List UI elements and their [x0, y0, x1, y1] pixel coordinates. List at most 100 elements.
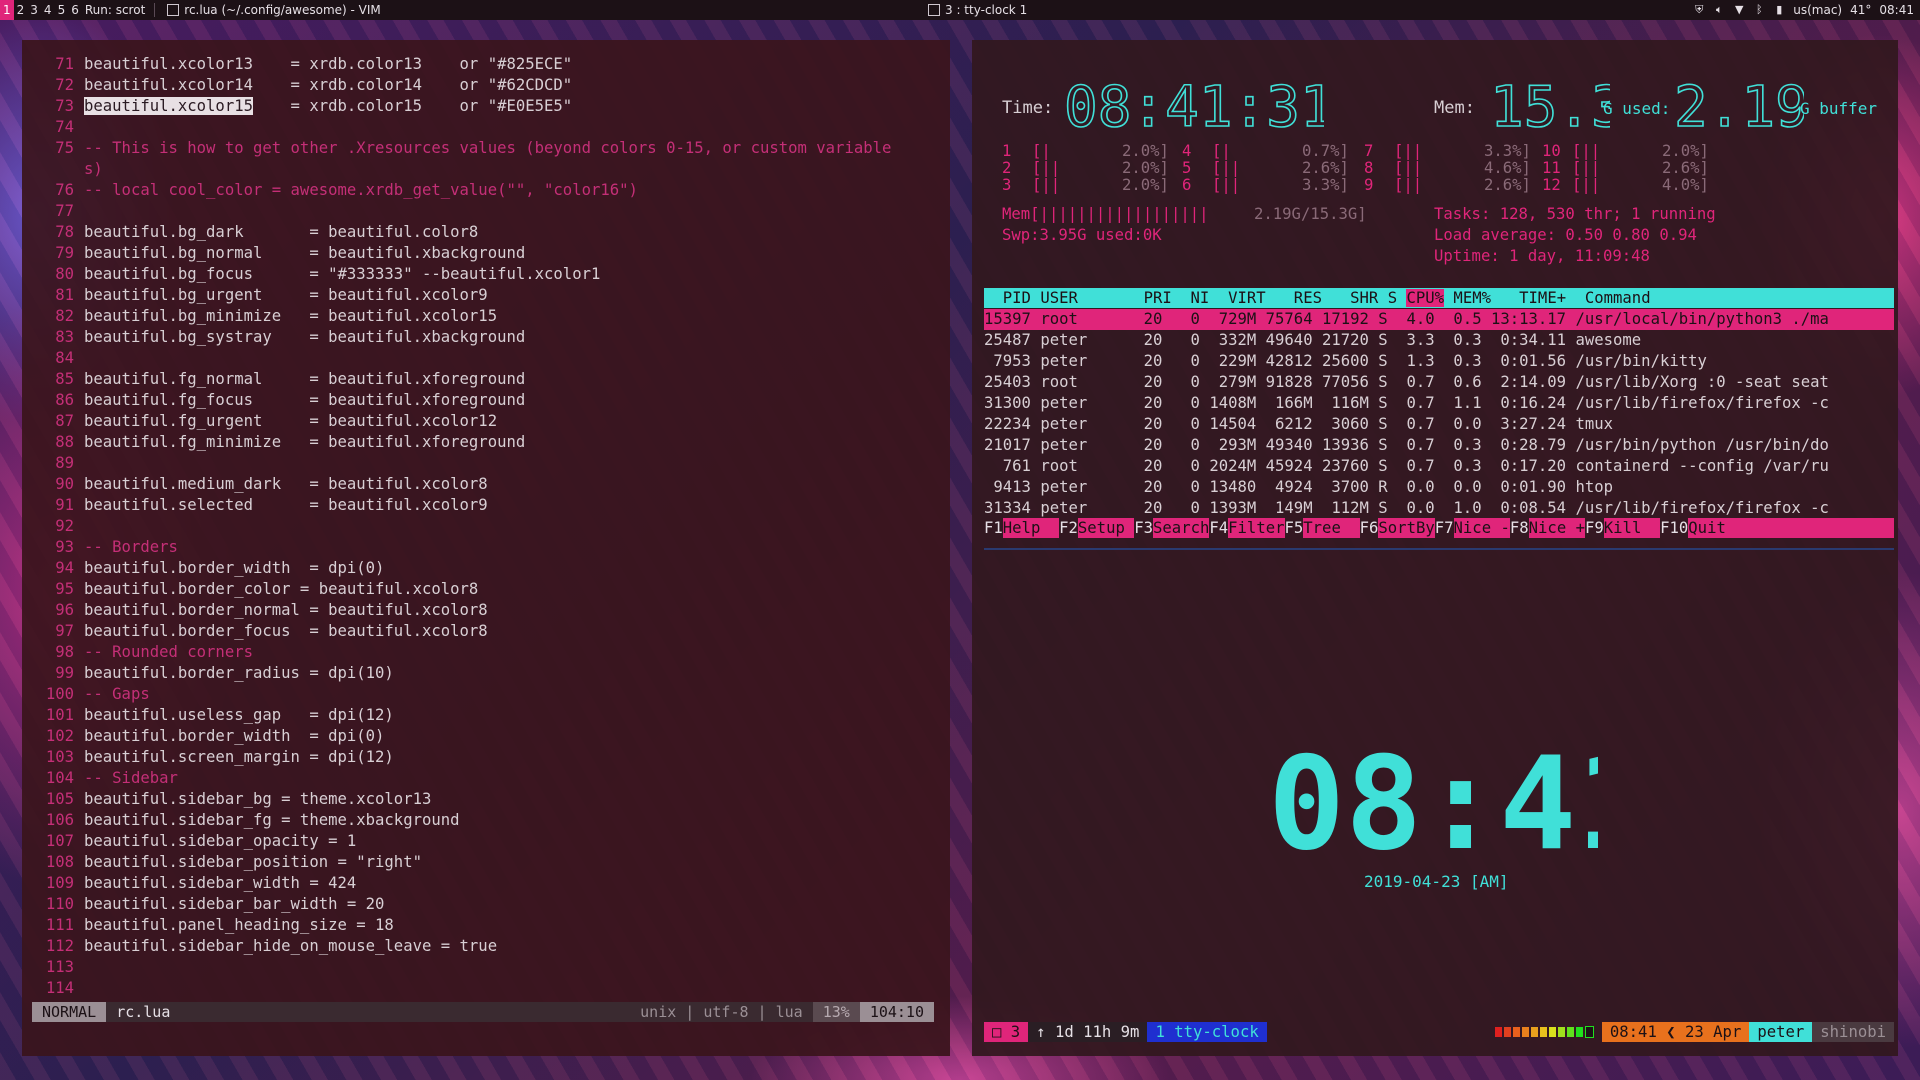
- fkey-label[interactable]: Tree: [1303, 518, 1360, 538]
- code-line[interactable]: 97 beautiful.border_focus = beautiful.xco…: [32, 621, 891, 642]
- code-line[interactable]: 103 beautiful.screen_margin = dpi(12): [32, 747, 891, 768]
- fkey-label[interactable]: Quit: [1688, 518, 1745, 538]
- code-line[interactable]: 105 beautiful.sidebar_bg = theme.xcolor13: [32, 789, 891, 810]
- code-line[interactable]: 114: [32, 978, 891, 999]
- wifi-icon[interactable]: ▼: [1733, 4, 1745, 16]
- fkey-f2[interactable]: F2: [1059, 518, 1078, 538]
- code-line[interactable]: 91 beautiful.selected = beautiful.xcolor9: [32, 495, 891, 516]
- process-row[interactable]: 7953 peter 20 0 229M 42812 25600 S 1.3 0…: [984, 351, 1894, 372]
- fkey-label[interactable]: SortBy: [1378, 518, 1435, 538]
- fkey-f9[interactable]: F9: [1585, 518, 1604, 538]
- shield-icon[interactable]: ⛨: [1693, 4, 1705, 16]
- keyboard-layout[interactable]: us(mac): [1793, 3, 1842, 17]
- code-line[interactable]: 92: [32, 516, 891, 537]
- process-row[interactable]: 25403 root 20 0 279M 91828 77056 S 0.7 0…: [984, 372, 1894, 393]
- column-headers[interactable]: PID USER PRI NI VIRT RES SHR S: [984, 289, 1406, 307]
- tag-6[interactable]: 6: [68, 0, 82, 20]
- code-line[interactable]: 100 -- Gaps: [32, 684, 891, 705]
- code-line[interactable]: 102 beautiful.border_width = dpi(0): [32, 726, 891, 747]
- fkey-label[interactable]: Setup: [1077, 518, 1135, 538]
- tag-5[interactable]: 5: [55, 0, 69, 20]
- fkey-f3[interactable]: F3: [1134, 518, 1153, 538]
- code-line[interactable]: 73 beautiful.xcolor15 = xrdb.color15 or "…: [32, 96, 891, 117]
- tag-3[interactable]: 3: [27, 0, 41, 20]
- code-line[interactable]: 107 beautiful.sidebar_opacity = 1: [32, 831, 891, 852]
- tag-4[interactable]: 4: [41, 0, 55, 20]
- code-line[interactable]: 85 beautiful.fg_normal = beautiful.xforeg…: [32, 369, 891, 390]
- process-row[interactable]: 15397 root 20 0 729M 75764 17192 S 4.0 0…: [984, 309, 1894, 330]
- process-row[interactable]: 31334 peter 20 0 1393M 149M 112M S 0.0 1…: [984, 498, 1894, 519]
- code-line[interactable]: 80 beautiful.bg_focus = "#333333" --beaut…: [32, 264, 891, 285]
- fkey-label[interactable]: Search: [1153, 518, 1210, 538]
- code-line[interactable]: 82 beautiful.bg_minimize = beautiful.xcol…: [32, 306, 891, 327]
- fkey-label[interactable]: Nice +: [1528, 518, 1585, 538]
- fkey-f10[interactable]: F10: [1660, 518, 1688, 538]
- process-row[interactable]: 31300 peter 20 0 1408M 166M 116M S 0.7 1…: [984, 393, 1894, 414]
- code-line[interactable]: 109 beautiful.sidebar_width = 424: [32, 873, 891, 894]
- code-line[interactable]: 110 beautiful.sidebar_bar_width = 20: [32, 894, 891, 915]
- fkey-label[interactable]: Kill: [1603, 518, 1661, 538]
- code-line[interactable]: 99 beautiful.border_radius = dpi(10): [32, 663, 891, 684]
- code-line[interactable]: 76 -- local cool_color = awesome.xrdb_get…: [32, 180, 891, 201]
- tag-1[interactable]: 1: [0, 0, 14, 20]
- fkey-f8[interactable]: F8: [1510, 518, 1529, 538]
- terminal-window[interactable]: Time: 08:41:31 Mem: 15.3 G used: 2.19 G …: [972, 40, 1898, 1056]
- fkey-f6[interactable]: F6: [1360, 518, 1379, 538]
- task-vim[interactable]: rc.lua (~/.config/awesome) - VIM: [161, 3, 387, 17]
- code-line[interactable]: 96 beautiful.border_normal = beautiful.xc…: [32, 600, 891, 621]
- code-line[interactable]: 74: [32, 117, 891, 138]
- fkey-f4[interactable]: F4: [1209, 518, 1228, 538]
- bluetooth-icon[interactable]: ᛒ: [1753, 4, 1765, 16]
- code-line[interactable]: 108 beautiful.sidebar_position = "right": [32, 852, 891, 873]
- fkey-label[interactable]: Nice -: [1453, 518, 1510, 538]
- code-line[interactable]: 84: [32, 348, 891, 369]
- process-row[interactable]: 25487 peter 20 0 332M 49640 21720 S 3.3 …: [984, 330, 1894, 351]
- code-line[interactable]: 90 beautiful.medium_dark = beautiful.xcol…: [32, 474, 891, 495]
- code-line[interactable]: 72 beautiful.xcolor14 = xrdb.color14 or "…: [32, 75, 891, 96]
- code-line[interactable]: 81 beautiful.bg_urgent = beautiful.xcolor…: [32, 285, 891, 306]
- tmux-window-index[interactable]: □ 3: [984, 1022, 1029, 1042]
- vim-buffer[interactable]: 71 beautiful.xcolor13 = xrdb.color13 or "…: [32, 54, 892, 999]
- process-row[interactable]: 21017 peter 20 0 293M 49340 13936 S 0.7 …: [984, 435, 1894, 456]
- code-line[interactable]: 88 beautiful.fg_minimize = beautiful.xfor…: [32, 432, 891, 453]
- process-row[interactable]: 22234 peter 20 0 14504 6212 3060 S 0.7 0…: [984, 414, 1894, 435]
- fkey-f5[interactable]: F5: [1285, 518, 1304, 538]
- code-line[interactable]: 98 -- Rounded corners: [32, 642, 891, 663]
- fkey-f1[interactable]: F1: [984, 518, 1003, 538]
- tmux-session[interactable]: 1 tty-clock: [1147, 1022, 1267, 1042]
- tag-2[interactable]: 2: [14, 0, 28, 20]
- sort-column-cpu[interactable]: CPU%: [1406, 289, 1445, 307]
- code-line[interactable]: 93 -- Borders: [32, 537, 891, 558]
- code-line[interactable]: 111 beautiful.panel_heading_size = 18: [32, 915, 891, 936]
- code-line[interactable]: 94 beautiful.border_width = dpi(0): [32, 558, 891, 579]
- code-line[interactable]: 104 -- Sidebar: [32, 768, 891, 789]
- code-line[interactable]: 78 beautiful.bg_dark = beautiful.color8: [32, 222, 891, 243]
- code-line[interactable]: 112 beautiful.sidebar_hide_on_mouse_leave…: [32, 936, 891, 957]
- line-number: 78: [55, 223, 74, 241]
- code-line[interactable]: 83 beautiful.bg_systray = beautiful.xback…: [32, 327, 891, 348]
- code-line[interactable]: 106 beautiful.sidebar_fg = theme.xbackgro…: [32, 810, 891, 831]
- process-table-header[interactable]: PID USER PRI NI VIRT RES SHR S CPU% MEM%…: [984, 288, 1894, 308]
- vim-window[interactable]: 71 beautiful.xcolor13 = xrdb.color13 or "…: [22, 40, 950, 1056]
- code-line[interactable]: 77: [32, 201, 891, 222]
- task-tty-clock[interactable]: 3 : tty-clock 1: [922, 3, 1033, 17]
- code-line[interactable]: 95 beautiful.border_color = beautiful.xco…: [32, 579, 891, 600]
- process-row[interactable]: 9413 peter 20 0 13480 4924 3700 R 0.0 0.…: [984, 477, 1894, 498]
- code-line[interactable]: 89: [32, 453, 891, 474]
- column-headers-rest[interactable]: MEM% TIME+ Command: [1444, 289, 1650, 307]
- process-row[interactable]: 761 root 20 0 2024M 45924 23760 S 0.7 0.…: [984, 456, 1894, 477]
- code-line[interactable]: 86 beautiful.fg_focus = beautiful.xforegr…: [32, 390, 891, 411]
- code-line[interactable]: s): [32, 159, 891, 180]
- fkey-f7[interactable]: F7: [1435, 518, 1454, 538]
- fkey-label[interactable]: Help: [1002, 518, 1060, 538]
- volume-icon[interactable]: 🔈︎: [1713, 4, 1725, 16]
- code-line[interactable]: 101 beautiful.useless_gap = dpi(12): [32, 705, 891, 726]
- fkey-label[interactable]: Filter: [1228, 518, 1285, 538]
- run-prompt[interactable]: Run: scrot: [82, 0, 148, 20]
- code-line[interactable]: 113: [32, 957, 891, 978]
- code-line[interactable]: 71 beautiful.xcolor13 = xrdb.color13 or "…: [32, 54, 891, 75]
- battery-icon[interactable]: ▮: [1773, 4, 1785, 16]
- code-line[interactable]: 87 beautiful.fg_urgent = beautiful.xcolor…: [32, 411, 891, 432]
- code-line[interactable]: 79 beautiful.bg_normal = beautiful.xbackg…: [32, 243, 891, 264]
- code-line[interactable]: 75 -- This is how to get other .Xresource…: [32, 138, 891, 159]
